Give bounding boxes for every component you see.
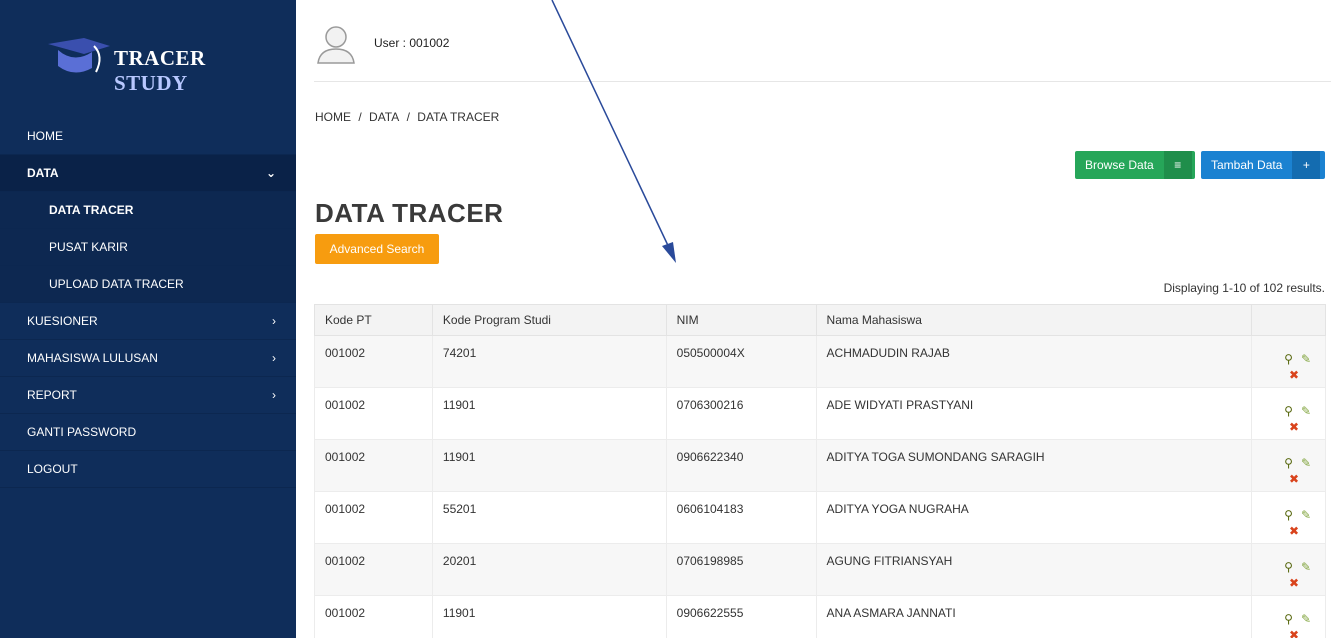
cell-nim: 0906622340 — [665, 439, 817, 492]
sidebar-item-report[interactable]: REPORT › — [0, 377, 296, 414]
cell-nama-mahasiswa: ADITYA TOGA SUMONDANG SARAGIH — [815, 439, 1253, 492]
chevron-right-icon: › — [272, 388, 276, 402]
cell-nama-mahasiswa: AGUNG FITRIANSYAH — [815, 543, 1253, 596]
sidebar-item-pusat-karir[interactable]: PUSAT KARIR — [0, 229, 296, 266]
cell-nama-mahasiswa: ANA ASMARA JANNATI — [815, 595, 1253, 638]
breadcrumb-separator: / — [406, 110, 410, 124]
view-icon[interactable]: ⚲ — [1284, 404, 1293, 418]
chevron-right-icon: › — [272, 314, 276, 328]
cell-kode-program-studi: 74201 — [431, 335, 667, 388]
cell-nim: 0606104183 — [665, 491, 817, 544]
column-header-nama-mahasiswa[interactable]: Nama Mahasiswa — [815, 304, 1253, 336]
edit-icon[interactable]: ✎ — [1301, 508, 1311, 522]
table-row: 001002 74201 050500004X ACHMADUDIN RAJAB… — [314, 335, 1326, 388]
sidebar-item-kuesioner[interactable]: KUESIONER › — [0, 303, 296, 340]
cell-nim: 0706300216 — [665, 387, 817, 440]
graduation-cap-icon — [48, 38, 110, 73]
column-header-kode-program-studi[interactable]: Kode Program Studi — [431, 304, 667, 336]
sidebar-item-mahasiswa-lulusan[interactable]: MAHASISWA LULUSAN › — [0, 340, 296, 377]
edit-icon[interactable]: ✎ — [1301, 560, 1311, 574]
delete-icon[interactable]: ✖ — [1262, 368, 1299, 382]
view-icon[interactable]: ⚲ — [1284, 508, 1293, 522]
delete-icon[interactable]: ✖ — [1262, 420, 1299, 434]
cell-nim: 0706198985 — [665, 543, 817, 596]
user-label: User : 001002 — [374, 36, 450, 50]
breadcrumb-home[interactable]: HOME — [315, 110, 351, 124]
advanced-search-button[interactable]: Advanced Search — [315, 234, 439, 264]
column-header-actions — [1251, 304, 1326, 336]
cell-kode-program-studi: 11901 — [431, 595, 667, 638]
breadcrumb-separator: / — [358, 110, 362, 124]
sidebar-item-upload-data-tracer[interactable]: UPLOAD DATA TRACER — [0, 266, 296, 303]
edit-icon[interactable]: ✎ — [1301, 404, 1311, 418]
divider — [314, 81, 1331, 82]
table-row: 001002 11901 0906622340 ADITYA TOGA SUMO… — [314, 439, 1326, 492]
delete-icon[interactable]: ✖ — [1262, 472, 1299, 486]
view-icon[interactable]: ⚲ — [1284, 560, 1293, 574]
cell-actions: ⚲ ✎ ✖ — [1251, 543, 1326, 596]
cell-kode-pt: 001002 — [314, 595, 433, 638]
logo-text: TRACER STUDY — [114, 46, 206, 95]
cell-actions: ⚲ ✎ ✖ — [1251, 335, 1326, 388]
table-header-row: Kode PT Kode Program Studi NIM Nama Maha… — [314, 304, 1326, 336]
edit-icon[interactable]: ✎ — [1301, 456, 1311, 470]
cell-nim: 0906622555 — [665, 595, 817, 638]
table-row: 001002 20201 0706198985 AGUNG FITRIANSYA… — [314, 543, 1326, 596]
list-icon: ≡ — [1163, 151, 1192, 179]
logo: TRACER STUDY — [44, 30, 274, 95]
browse-data-button[interactable]: Browse Data ≡ — [1075, 151, 1195, 179]
cell-nama-mahasiswa: ACHMADUDIN RAJAB — [815, 335, 1253, 388]
view-icon[interactable]: ⚲ — [1284, 352, 1293, 366]
sidebar-item-ganti-password[interactable]: GANTI PASSWORD — [0, 414, 296, 451]
results-summary: Displaying 1-10 of 102 results. — [1163, 281, 1325, 295]
cell-actions: ⚲ ✎ ✖ — [1251, 387, 1326, 440]
cell-kode-pt: 001002 — [314, 335, 433, 388]
table-row: 001002 55201 0606104183 ADITYA YOGA NUGR… — [314, 491, 1326, 544]
delete-icon[interactable]: ✖ — [1262, 576, 1299, 590]
sidebar-item-logout[interactable]: LOGOUT — [0, 451, 296, 488]
tambah-data-button[interactable]: Tambah Data + — [1201, 151, 1325, 179]
cell-kode-pt: 001002 — [314, 439, 433, 492]
edit-icon[interactable]: ✎ — [1301, 612, 1311, 626]
cell-nim: 050500004X — [665, 335, 817, 388]
cell-actions: ⚲ ✎ ✖ — [1251, 491, 1326, 544]
chevron-down-icon: ⌄ — [265, 166, 276, 180]
column-header-nim[interactable]: NIM — [665, 304, 817, 336]
table-row: 001002 11901 0906622555 ANA ASMARA JANNA… — [314, 595, 1326, 638]
chevron-right-icon: › — [272, 351, 276, 365]
page-title: DATA TRACER — [315, 198, 504, 228]
breadcrumb-current: DATA TRACER — [417, 110, 500, 124]
view-icon[interactable]: ⚲ — [1284, 456, 1293, 470]
table-row: 001002 11901 0706300216 ADE WIDYATI PRAS… — [314, 387, 1326, 440]
cell-kode-pt: 001002 — [314, 543, 433, 596]
data-table: Kode PT Kode Program Studi NIM Nama Maha… — [314, 304, 1326, 638]
edit-icon[interactable]: ✎ — [1301, 352, 1311, 366]
plus-icon: + — [1292, 151, 1321, 179]
cell-nama-mahasiswa: ADITYA YOGA NUGRAHA — [815, 491, 1253, 544]
sidebar-item-data-tracer[interactable]: DATA TRACER — [0, 192, 296, 229]
cell-kode-program-studi: 20201 — [431, 543, 667, 596]
sidebar: TRACER STUDY HOME DATA ⌄ DATA TRACER PUSA… — [0, 0, 296, 638]
delete-icon[interactable]: ✖ — [1262, 524, 1299, 538]
breadcrumb: HOME / DATA / DATA TRACER — [315, 110, 503, 124]
cell-actions: ⚲ ✎ ✖ — [1251, 595, 1326, 638]
view-icon[interactable]: ⚲ — [1284, 612, 1293, 626]
cell-kode-program-studi: 55201 — [431, 491, 667, 544]
sidebar-nav: HOME DATA ⌄ DATA TRACER PUSAT KARIR UPLOA… — [0, 118, 296, 488]
cell-actions: ⚲ ✎ ✖ — [1251, 439, 1326, 492]
cell-kode-pt: 001002 — [314, 387, 433, 440]
column-header-kode-pt[interactable]: Kode PT — [314, 304, 433, 336]
cell-nama-mahasiswa: ADE WIDYATI PRASTYANI — [815, 387, 1253, 440]
cell-kode-pt: 001002 — [314, 491, 433, 544]
delete-icon[interactable]: ✖ — [1262, 628, 1299, 638]
cell-kode-program-studi: 11901 — [431, 439, 667, 492]
sidebar-item-data[interactable]: DATA ⌄ — [0, 155, 296, 192]
cell-kode-program-studi: 11901 — [431, 387, 667, 440]
sidebar-item-home[interactable]: HOME — [0, 118, 296, 155]
avatar[interactable] — [316, 23, 356, 65]
breadcrumb-data[interactable]: DATA — [369, 110, 399, 124]
